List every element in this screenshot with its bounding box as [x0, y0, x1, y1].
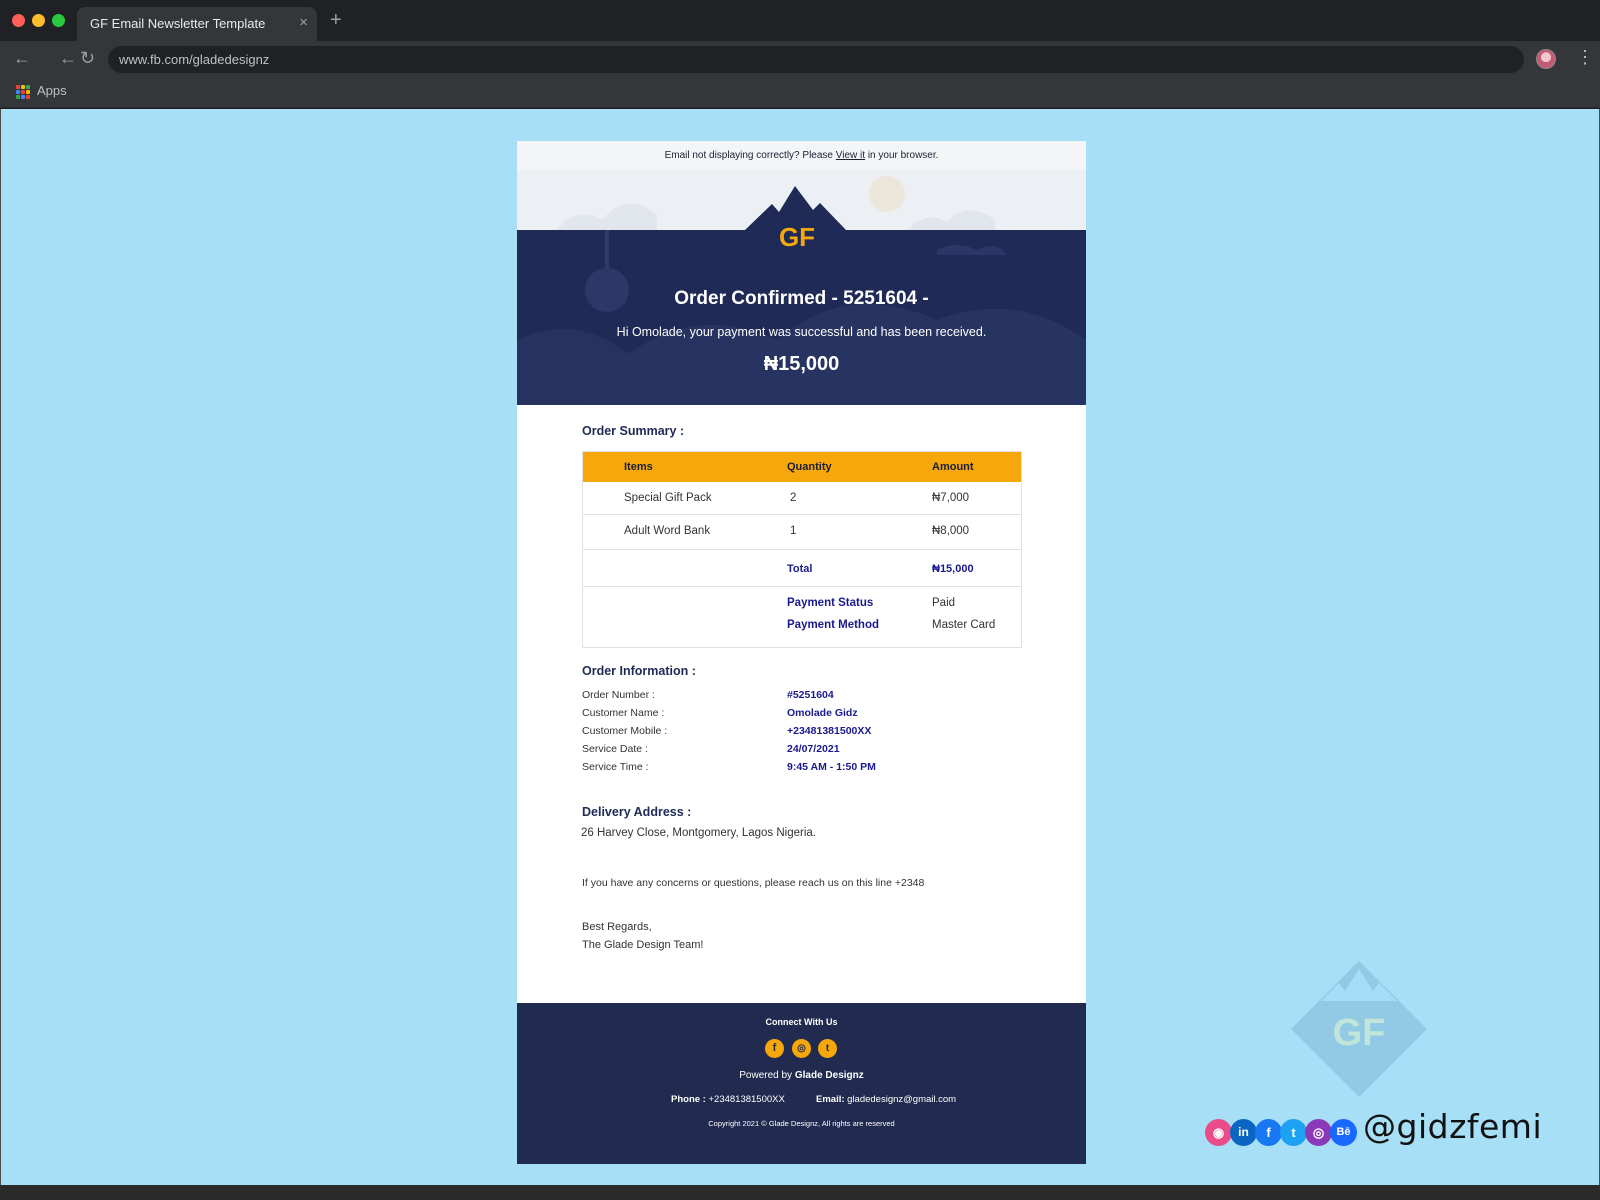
view-in-browser-link[interactable]: View it	[836, 150, 865, 161]
payment-method-value: Master Card	[932, 619, 996, 631]
browser-bottom-edge	[0, 1185, 1600, 1200]
total-label: Total	[787, 563, 813, 575]
order-confirmed-title: Order Confirmed - 5251604 -	[674, 288, 929, 309]
order-number-label: Order Number :	[582, 689, 655, 701]
apps-grid-icon[interactable]	[16, 85, 30, 99]
forward-icon[interactable]: ←	[59, 48, 77, 68]
email-value[interactable]: gladedesignz@gmail.com	[845, 1094, 956, 1105]
twitter-icon: t	[1280, 1119, 1307, 1146]
preheader-text: Email not displaying correctly? Please	[664, 150, 836, 161]
facebook-icon: f	[1255, 1119, 1282, 1146]
behance-icon: Bē	[1330, 1119, 1357, 1146]
window-minimize-button[interactable]	[32, 14, 45, 27]
copyright-text: Copyright 2021 © Glade Designz, All righ…	[708, 1119, 895, 1128]
item-name: Adult Word Bank	[624, 525, 711, 537]
customer-name-value: Omolade Gidz	[787, 707, 858, 719]
linkedin-icon: in	[1230, 1119, 1257, 1146]
delivery-address-title: Delivery Address :	[582, 805, 692, 819]
payment-method-label: Payment Method	[787, 619, 880, 631]
customer-name-label: Customer Name :	[582, 707, 665, 719]
hero-banner: GF Order Confirmed - 5251604 - Hi Omolad…	[517, 170, 1086, 405]
table-header: Items Quantity Amount	[583, 452, 1021, 482]
back-icon[interactable]: ←	[13, 48, 31, 68]
window-close-button[interactable]	[12, 14, 25, 27]
facebook-icon[interactable]: f	[765, 1039, 784, 1058]
tab-title: GF Email Newsletter Template	[90, 16, 266, 31]
customer-mobile-label: Customer Mobile :	[582, 725, 668, 737]
header-amount: Amount	[932, 461, 974, 473]
customer-mobile-value: +23481381500XX	[787, 725, 872, 737]
browser-menu-icon[interactable]: ⋮	[1576, 47, 1594, 67]
total-row: Total ₦15,000	[583, 550, 1021, 587]
item-quantity: 2	[790, 492, 797, 504]
address-bar[interactable]: www.fb.com/gladedesignz	[108, 46, 1524, 73]
order-number-value: #5251604	[787, 689, 834, 701]
instagram-icon: ◎	[1305, 1119, 1332, 1146]
item-amount: ₦8,000	[932, 525, 970, 537]
footer-phone: Phone : +23481381500XX	[671, 1094, 785, 1105]
order-summary-title: Order Summary :	[582, 424, 685, 438]
svg-text:GF: GF	[1333, 1012, 1386, 1054]
powered-by: Powered by Glade Designz	[517, 1070, 1086, 1081]
service-time-value: 9:45 AM - 1:50 PM	[787, 761, 876, 773]
powered-brand[interactable]: Glade Designz	[795, 1070, 864, 1081]
phone-value[interactable]: +23481381500XX	[706, 1094, 784, 1105]
item-amount: ₦7,000	[932, 492, 970, 504]
service-date-label: Service Date :	[582, 743, 648, 755]
watermark-logo: GF	[1291, 961, 1427, 1097]
twitter-icon[interactable]: t	[818, 1039, 837, 1058]
payment-amount: ₦15,000	[763, 353, 840, 375]
email-footer: Connect With Us f ◎ t Powered by Glade D…	[517, 1003, 1086, 1164]
order-information-title: Order Information :	[582, 664, 696, 678]
total-value: ₦15,000	[932, 563, 974, 575]
watermark-handle: @gidzfemi	[1363, 1107, 1543, 1146]
order-summary-table: Items Quantity Amount Special Gift Pack …	[582, 451, 1022, 648]
item-quantity: 1	[790, 525, 797, 537]
header-items: Items	[624, 461, 653, 473]
service-date-value: 24/07/2021	[787, 743, 840, 755]
payment-status-label: Payment Status	[787, 597, 874, 609]
header-quantity: Quantity	[787, 461, 832, 473]
preheader-suffix: in your browser.	[865, 150, 939, 161]
team-signature: The Glade Design Team!	[582, 939, 704, 951]
table-row: Adult Word Bank 1 ₦8,000	[583, 515, 1021, 550]
dribbble-icon: ◉	[1205, 1119, 1232, 1146]
preheader: Email not displaying correctly? Please V…	[517, 141, 1086, 170]
email-label: Email:	[816, 1094, 845, 1105]
browser-tab-bar: GF Email Newsletter Template × +	[0, 0, 1600, 41]
connect-title: Connect With Us	[765, 1017, 838, 1027]
apps-bookmark[interactable]: Apps	[37, 83, 67, 98]
browser-tab[interactable]: GF Email Newsletter Template ×	[77, 7, 317, 41]
url-text[interactable]: www.fb.com/gladedesignz	[119, 52, 269, 67]
phone-label: Phone :	[671, 1094, 706, 1105]
item-name: Special Gift Pack	[624, 492, 712, 504]
window-maximize-button[interactable]	[52, 14, 65, 27]
email-card: Email not displaying correctly? Please V…	[517, 141, 1086, 1164]
payment-status-value: Paid	[932, 597, 956, 609]
regards-text: Best Regards,	[582, 921, 652, 933]
delivery-address: 26 Harvey Close, Montgomery, Lagos Niger…	[581, 827, 817, 839]
powered-prefix: Powered by	[739, 1070, 795, 1081]
page-viewport: Email not displaying correctly? Please V…	[0, 109, 1600, 1185]
new-tab-button[interactable]: +	[330, 10, 342, 30]
browser-toolbar: ← ← ↻ www.fb.com/gladedesignz ⋮	[0, 41, 1600, 77]
gf-logo: GF	[779, 222, 815, 252]
reload-icon[interactable]: ↻	[80, 48, 95, 68]
tab-close-icon[interactable]: ×	[299, 14, 308, 32]
table-row: Special Gift Pack 2 ₦7,000	[583, 482, 1021, 515]
payment-row: Payment Status Paid Payment Method Maste…	[583, 587, 1021, 647]
footer-email: Email: gladedesignz@gmail.com	[816, 1094, 956, 1105]
instagram-icon[interactable]: ◎	[792, 1039, 811, 1058]
service-time-label: Service Time :	[582, 761, 649, 773]
payment-greeting: Hi Omolade, your payment was successful …	[616, 325, 987, 339]
concerns-text: If you have any concerns or questions, p…	[582, 877, 925, 889]
profile-avatar[interactable]	[1536, 49, 1556, 69]
bookmarks-bar: Apps	[0, 77, 1600, 108]
